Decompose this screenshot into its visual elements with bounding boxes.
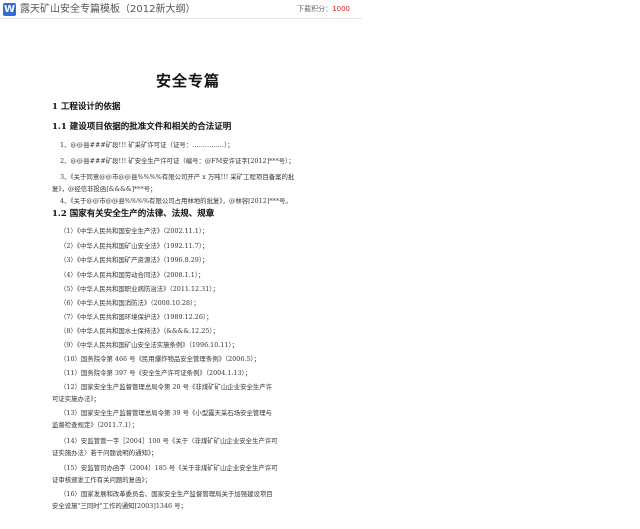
list-item: （8）《中华人民共和国水土保持法》（&&&&.12.25）； (60, 327, 219, 335)
list-item: （4）《中华人民共和国劳动合同法》（2008.1.1）； (60, 271, 205, 279)
word-icon: W (3, 3, 16, 16)
list-item: 可证实施办法》； (52, 395, 100, 403)
download-points-value: 1000 (332, 5, 350, 13)
list-item: （13）国家安全生产监督管理总局令第 39 号《小型露天采石场安全管理与 (60, 409, 273, 417)
list-item: （1）《中华人民共和国安全生产法》（2002.11.1）； (60, 227, 209, 235)
list-item: 复》，@经信非投函[&&&&]***号； (52, 185, 157, 193)
download-points: 下载积分：1000 (297, 4, 350, 15)
list-item: （11）国务院令第 397 号《安全生产许可证条例》（2004.1.13）； (60, 369, 252, 377)
list-item: 监督检查规定》（2011.7.1）； (52, 421, 138, 429)
list-item: （15）安监管司办函字（2004）185 号《关于非煤矿矿山企业安全生产许可 (60, 464, 278, 472)
section-heading-1-2: 1.2 国家有关安全生产的法律、法规、规章 (52, 209, 215, 219)
list-item: （3）《中华人民共和国矿产资源法》（1996.8.29）； (60, 256, 209, 264)
list-item: （7）《中华人民共和国环境保护法》（1989.12.26）； (60, 313, 213, 321)
list-item: 1、@@县###矿段!!! 矿采矿许可证（证号：……………）； (60, 141, 234, 149)
document-viewer: W 露天矿山安全专篇模板（2012新大纲） 下载积分：1000 安全专篇 1 工… (0, 0, 640, 529)
list-item: 证实施办法〉若干问题说明的通知》； (52, 449, 158, 457)
section-heading-1: 1 工程设计的依据 (52, 102, 121, 112)
page-title: 安全专篇 (156, 72, 221, 90)
list-item: 3、《关于同意@@市@@县%%%%有限公司开产 x 万吨!!! 采矿工程项目备案… (60, 173, 295, 181)
document-title[interactable]: 露天矿山安全专篇模板（2012新大纲） (20, 3, 195, 16)
document-header-bar: W 露天矿山安全专篇模板（2012新大纲） 下载积分：1000 (0, 0, 362, 19)
list-item: （12）国家安全生产监督管理总局令第 20 号《非煤矿矿山企业安全生产许 (60, 383, 273, 391)
list-item: （5）《中华人民共和国职业病防治法》（2011.12.31）； (60, 285, 219, 293)
section-heading-1-1: 1.1 建设项目依据的批准文件和相关的合法证明 (52, 122, 232, 132)
list-item: （14）安监管管一字［2004］100 号《关于〈非煤矿矿山企业安全生产许可 (60, 437, 278, 445)
list-item: （2）《中华人民共和国矿山安全法》（1992.11.7）； (60, 242, 209, 250)
list-item: 安全设施"三同时"工作的通知[2003]1346 号； (52, 502, 187, 510)
list-item: 证审核颁发工作有关问题的复函》； (52, 476, 152, 484)
list-item: 2、@@县###矿段!!! 矿安全生产许可证（编号：@FM安许证字[2012]*… (60, 157, 295, 165)
download-points-label: 下载积分： (297, 5, 333, 13)
list-item: （16）国家发展和改革委员会、国家安全生产监督管理局关于加强建设项目 (60, 490, 273, 498)
list-item: （9）《中华人民共和国矿山安全法实施条例》（1996.10.11）； (60, 341, 239, 349)
list-item: （10）国务院令第 466 号《民用爆炸物品安全管理条例》（2006.5）； (60, 355, 261, 363)
list-item: 4、《关于@@市@@县%%%%有限公司占用林地的批复》，@林容[2012]***… (60, 197, 292, 205)
list-item: （6）《中华人民共和国消防法》（2008.10.28）； (60, 299, 200, 307)
